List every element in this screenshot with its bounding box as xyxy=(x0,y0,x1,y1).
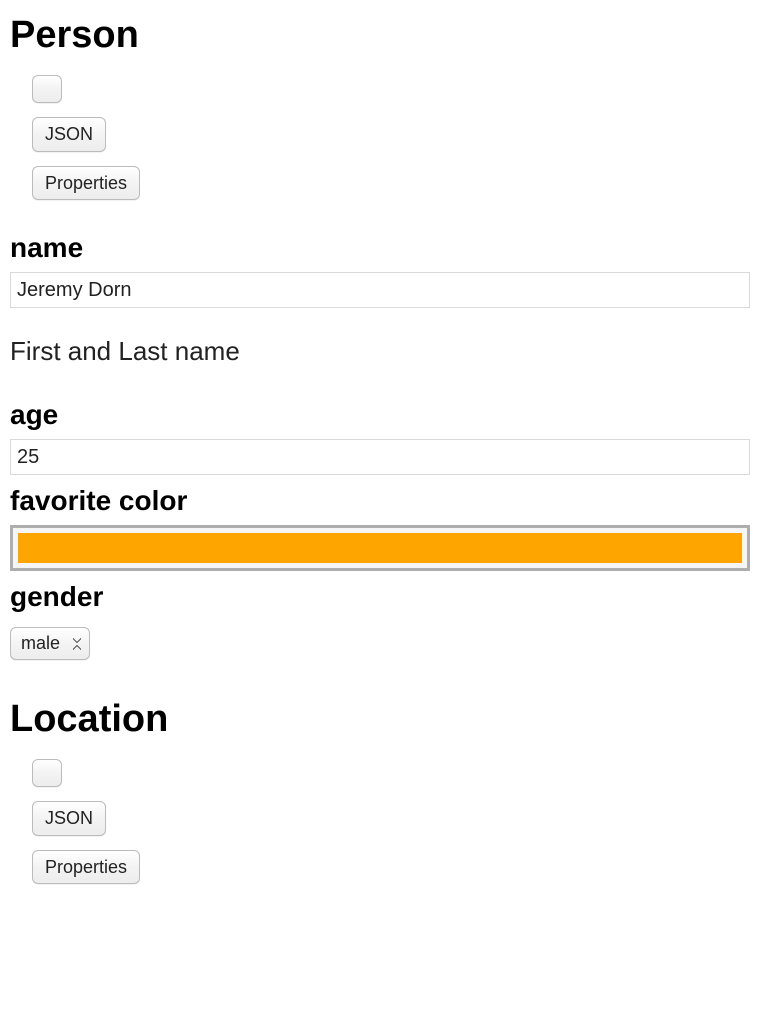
person-properties-button[interactable]: Properties xyxy=(32,166,140,201)
person-collapse-toggle[interactable] xyxy=(32,75,62,103)
color-swatch xyxy=(18,533,742,563)
location-properties-button[interactable]: Properties xyxy=(32,850,140,885)
gender-select[interactable]: male xyxy=(10,627,90,660)
location-collapse-toggle[interactable] xyxy=(32,759,62,787)
location-json-button[interactable]: JSON xyxy=(32,801,106,836)
person-json-button[interactable]: JSON xyxy=(32,117,106,152)
name-description: First and Last name xyxy=(10,336,750,367)
favorite-color-label: favorite color xyxy=(10,485,750,517)
location-heading: Location xyxy=(10,698,750,741)
location-controls: JSON Properties xyxy=(32,759,750,884)
name-input[interactable] xyxy=(10,272,750,308)
age-label: age xyxy=(10,399,750,431)
person-heading: Person xyxy=(10,14,750,57)
age-input[interactable] xyxy=(10,439,750,475)
person-controls: JSON Properties xyxy=(32,75,750,200)
gender-label: gender xyxy=(10,581,750,613)
favorite-color-input[interactable] xyxy=(10,525,750,571)
name-label: name xyxy=(10,232,750,264)
